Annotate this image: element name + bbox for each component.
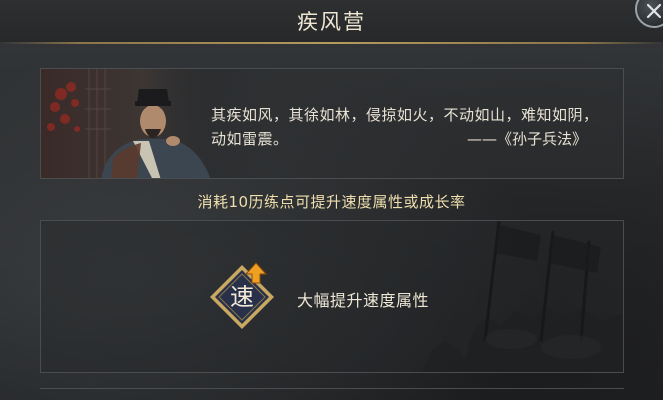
camp-dialog: 疾风营 其疾如风，其徐如林，侵掠如火，不动如山，难知如阴，动如雷震。 ——《孙子… [0,0,663,400]
quote-source: ——《孙子兵法》 [467,130,588,148]
strategist-portrait [41,69,213,178]
cost-description: 消耗10历练点可提升速度属性或成长率 [197,193,466,211]
close-icon [646,3,662,19]
quote-panel: 其疾如风，其徐如林，侵掠如火，不动如山，难知如阴，动如雷震。 ——《孙子兵法》 [40,68,624,179]
speed-option-label: 大幅提升速度属性 [297,291,430,310]
dialog-header: 疾风营 [0,0,663,42]
badge-char: 速 [230,283,254,311]
bottom-divider [40,388,624,389]
dialog-title: 疾风营 [297,10,366,34]
header-divider [0,42,663,44]
speed-option-card[interactable]: 速 大幅提升速度属性 [40,220,624,373]
speed-badge-icon: 速 [210,262,274,329]
